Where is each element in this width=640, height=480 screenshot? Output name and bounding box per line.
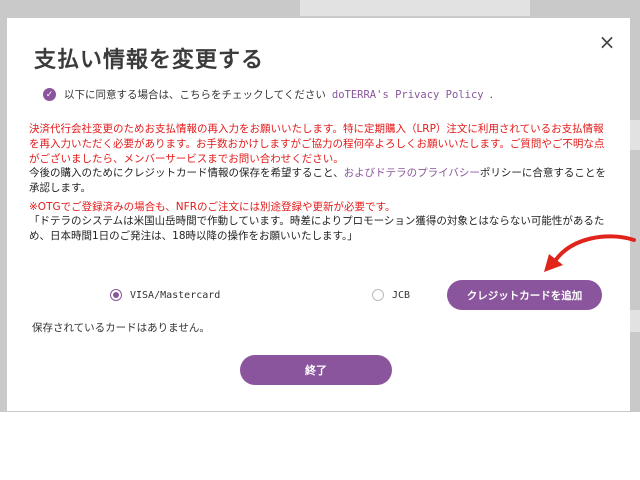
finish-button[interactable]: 終了 (240, 355, 392, 385)
background-side-strip (630, 120, 640, 150)
modal-title: 支払い情報を変更する (34, 48, 265, 73)
add-credit-card-button[interactable]: クレジットカードを追加 (447, 280, 602, 310)
visa-label: VISA/Mastercard (130, 289, 221, 301)
annotation-arrow-icon (544, 234, 636, 272)
consent-checkbox[interactable]: ✓ (43, 88, 56, 101)
radio-visa[interactable] (110, 289, 122, 301)
consent-period: . (489, 88, 493, 101)
privacy-policy-link[interactable]: doTERRA's Privacy Policy (332, 89, 484, 101)
consent-row: ✓ 以下に同意する場合は、こちらをチェックしてください doTERRA's Pr… (43, 87, 493, 102)
otg-notice: ※OTGでご登録済みの場合も、NFRのご注文には別途登録や更新が必要です。 (29, 201, 396, 213)
payment-option-jcb[interactable]: JCB (372, 289, 410, 301)
timezone-notice: 「ドテラのシステムは米国山岳時間で作動しています。時差によりプロモーション獲得の… (29, 215, 605, 242)
close-icon[interactable]: × (596, 31, 618, 53)
privacy-link[interactable]: およびドテラのプライバシー (344, 167, 480, 179)
card-save-agreement: 今後の購入のためにクレジットカード情報の保存を希望すること、およびドテラのプライ… (29, 166, 609, 196)
background-side-strip (630, 310, 640, 332)
background-header-strip (300, 0, 530, 16)
radio-jcb[interactable] (372, 289, 384, 301)
payment-modal: 支払い情報を変更する × ✓ 以下に同意する場合は、こちらをチェックしてください… (7, 18, 630, 411)
agreement-text: 今後の購入のためにクレジットカード情報の保存を希望すること、 (29, 167, 344, 179)
consent-text: 以下に同意する場合は、こちらをチェックしてください (64, 89, 326, 101)
reentry-notice: 決済代行会社変更のためお支払情報の再入力をお願いいたします。特に定期購入（LRP… (29, 123, 605, 165)
payment-option-visa[interactable]: VISA/Mastercard (110, 289, 220, 301)
no-saved-cards-text: 保存されているカードはありません。 (32, 322, 210, 334)
jcb-label: JCB (392, 289, 411, 301)
